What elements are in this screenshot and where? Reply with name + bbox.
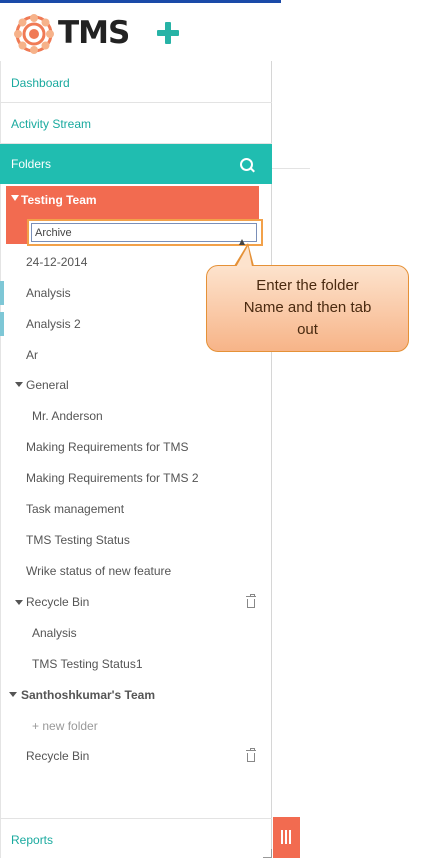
callout-pointer-fill — [236, 246, 254, 267]
trash-icon[interactable] — [246, 748, 256, 762]
nav-activity-stream[interactable]: Activity Stream — [0, 103, 272, 144]
app-header: TMS — [0, 3, 281, 61]
nav-reports[interactable]: Reports — [0, 818, 272, 858]
folder-team-santhoshkumar[interactable]: Santhoshkumar's Team — [21, 688, 155, 702]
caret-down-icon[interactable] — [9, 692, 17, 697]
folder-item[interactable]: Analysis — [32, 626, 77, 640]
folder-item[interactable]: Wrike status of new feature — [26, 564, 171, 578]
trash-icon[interactable] — [246, 594, 256, 608]
nav-activity-stream-label: Activity Stream — [11, 117, 92, 131]
folder-item-recycle-bin[interactable]: Recycle Bin — [26, 749, 89, 763]
folder-name-input[interactable] — [31, 223, 257, 242]
nav-dashboard[interactable]: Dashboard — [0, 62, 272, 103]
folder-item[interactable]: Making Requirements for TMS 2 — [26, 471, 199, 485]
nav-folders-label: Folders — [11, 157, 52, 171]
folder-item[interactable]: TMS Testing Status1 — [32, 657, 143, 671]
drop-marker — [0, 281, 4, 305]
caret-down-icon[interactable] — [15, 382, 23, 387]
folder-item[interactable]: Mr. Anderson — [32, 409, 103, 423]
collapse-sidebar-button[interactable] — [273, 817, 300, 858]
caret-down-icon[interactable] — [15, 600, 23, 605]
folder-item[interactable]: 24-12-2014 — [26, 255, 87, 269]
team-name: Testing Team — [21, 193, 97, 207]
folder-item[interactable]: Analysis 2 — [26, 317, 81, 331]
resize-grip-icon[interactable] — [263, 849, 272, 858]
app-name: TMS — [58, 15, 130, 51]
callout-text: Enter the folder Name and then tab out — [243, 277, 372, 338]
add-button[interactable] — [155, 20, 183, 48]
drop-marker — [0, 312, 4, 336]
folder-name-editor — [27, 219, 263, 246]
folder-item-general[interactable]: General — [26, 378, 69, 392]
nav-dashboard-label: Dashboard — [11, 76, 70, 90]
folder-item[interactable]: Task management — [26, 502, 124, 516]
new-folder-link[interactable]: + new folder — [32, 719, 98, 733]
nav-reports-label: Reports — [11, 833, 54, 847]
nav-folders[interactable]: Folders — [0, 144, 272, 184]
folder-item[interactable]: Ar — [26, 348, 38, 362]
folder-item[interactable]: Analysis — [26, 286, 71, 300]
folder-item-recycle-bin[interactable]: Recycle Bin — [26, 595, 89, 609]
search-icon[interactable] — [240, 158, 253, 171]
divider — [272, 168, 310, 169]
caret-down-icon[interactable] — [11, 195, 19, 201]
tms-logo-icon — [14, 14, 54, 54]
folder-item[interactable]: TMS Testing Status — [26, 533, 130, 547]
folder-item[interactable]: Making Requirements for TMS — [26, 440, 189, 454]
